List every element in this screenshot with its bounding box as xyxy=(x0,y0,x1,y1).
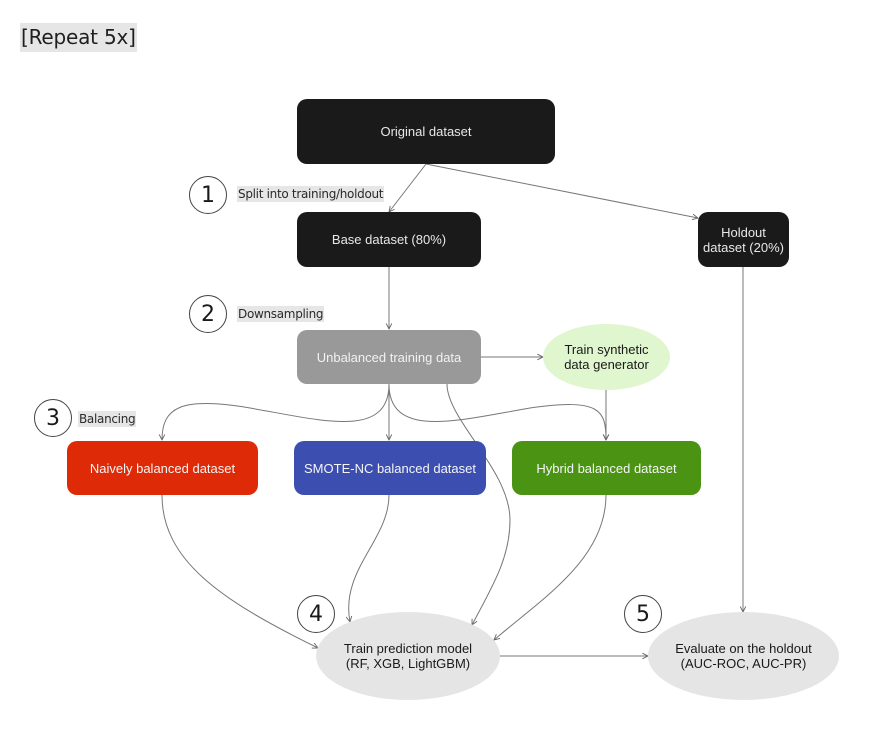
train-prediction-model-label-line1: Train prediction model xyxy=(343,641,473,656)
holdout-dataset-node[interactable]: Holdout dataset (20%) xyxy=(698,212,789,267)
base-dataset-node[interactable]: Base dataset (80%) xyxy=(297,212,481,267)
synthetic-generator-label-line2: data generator xyxy=(564,357,649,372)
train-prediction-model-label-line2: (RF, XGB, LightGBM) xyxy=(345,656,471,671)
edge-hybrid-to-train xyxy=(494,494,607,640)
naively-balanced-dataset-label: Naively balanced dataset xyxy=(89,460,236,476)
holdout-dataset-label-line1: Holdout xyxy=(721,224,766,240)
evaluate-holdout-label-line1: Evaluate on the holdout xyxy=(675,641,812,656)
original-dataset-label: Original dataset xyxy=(380,124,472,139)
step-1-badge: 1 xyxy=(189,176,227,214)
original-dataset-node[interactable]: Original dataset xyxy=(297,99,555,164)
step-1-label: Split into training/holdout xyxy=(237,186,385,202)
edge-smote-to-train xyxy=(349,494,390,622)
step-2-badge: 2 xyxy=(189,295,227,333)
edge-original-to-base xyxy=(389,163,427,212)
holdout-dataset-label-line2: dataset (20%) xyxy=(703,239,784,255)
edge-naive-to-train xyxy=(161,494,318,648)
step-4-badge: 4 xyxy=(297,595,335,633)
edge-original-to-holdout xyxy=(425,163,698,218)
step-3-badge: 3 xyxy=(34,399,72,437)
hybrid-balanced-dataset-label: Hybrid balanced dataset xyxy=(536,460,677,476)
step-3-label: Balancing xyxy=(78,411,137,427)
synthetic-generator-node[interactable]: Train synthetic data generator xyxy=(543,324,670,390)
evaluate-holdout-label-line2: (AUC-ROC, AUC-PR) xyxy=(680,656,807,671)
train-prediction-model-node[interactable]: Train prediction model (RF, XGB, LightGB… xyxy=(316,612,500,700)
edge-unbalanced-to-hybrid xyxy=(388,383,606,440)
evaluate-holdout-node[interactable]: Evaluate on the holdout (AUC-ROC, AUC-PR… xyxy=(648,612,839,700)
unbalanced-training-data-node[interactable]: Unbalanced training data xyxy=(297,330,481,384)
unbalanced-training-data-label: Unbalanced training data xyxy=(316,349,462,365)
smote-nc-balanced-dataset-label: SMOTE-NC balanced dataset xyxy=(304,460,476,476)
smote-nc-balanced-dataset-node[interactable]: SMOTE-NC balanced dataset xyxy=(294,441,486,495)
synthetic-generator-label-line1: Train synthetic xyxy=(564,342,649,357)
step-2-label: Downsampling xyxy=(237,306,325,322)
step-5-badge: 5 xyxy=(624,595,662,633)
base-dataset-label: Base dataset (80%) xyxy=(331,232,447,247)
edge-unbalanced-to-naive xyxy=(162,383,390,440)
hybrid-balanced-dataset-node[interactable]: Hybrid balanced dataset xyxy=(512,441,701,495)
naively-balanced-dataset-node[interactable]: Naively balanced dataset xyxy=(67,441,258,495)
